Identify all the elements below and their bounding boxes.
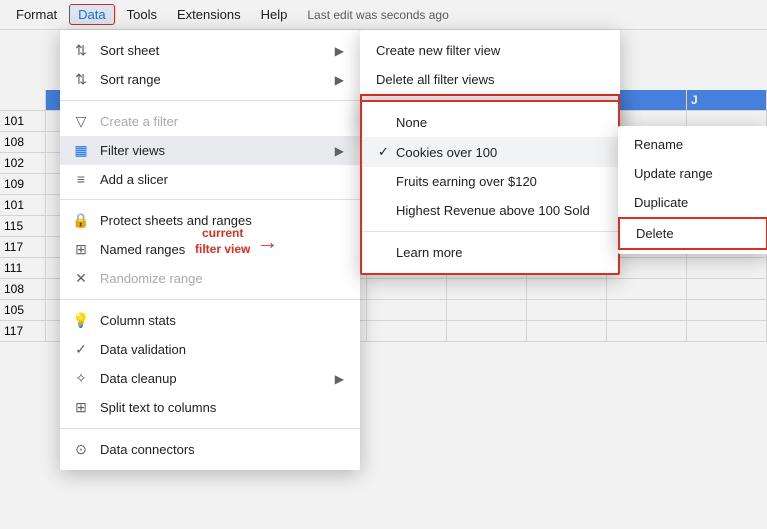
- create-filter-icon: ▽: [72, 113, 90, 130]
- menu-item-randomize: ✕ Randomize range: [60, 264, 360, 293]
- menu-item-col-stats[interactable]: 💡 Column stats: [60, 306, 360, 335]
- menu-item-filter-views[interactable]: ▦ Filter views ▶: [60, 136, 360, 165]
- cookies-checkmark: ✓: [378, 144, 396, 160]
- rename-item-rename[interactable]: Rename: [618, 130, 767, 159]
- split-text-label: Split text to columns: [100, 400, 344, 415]
- add-slicer-icon: ≡: [72, 171, 90, 187]
- randomize-label: Randomize range: [100, 271, 344, 286]
- rename-item-duplicate[interactable]: Duplicate: [618, 188, 767, 217]
- duplicate-label: Duplicate: [634, 195, 688, 210]
- rename-item-delete[interactable]: Delete: [618, 217, 767, 250]
- sort-range-arrow: ▶: [335, 73, 344, 87]
- data-cleanup-arrow: ▶: [335, 372, 344, 386]
- delete-label: Delete: [636, 226, 674, 241]
- menu-item-split-text[interactable]: ⊞ Split text to columns: [60, 393, 360, 422]
- data-validation-label: Data validation: [100, 342, 344, 357]
- menu-item-sort-range[interactable]: ⇅ Sort range ▶: [60, 65, 360, 94]
- sort-range-label: Sort range: [100, 72, 325, 87]
- protect-icon: 🔒: [72, 212, 90, 229]
- data-cleanup-label: Data cleanup: [100, 371, 325, 386]
- add-slicer-label: Add a slicer: [100, 172, 344, 187]
- rename-submenu: Rename Update range Duplicate Delete: [618, 126, 767, 254]
- delete-all-label: Delete all filter views: [376, 72, 604, 87]
- fvo-divider: [362, 231, 618, 232]
- annotation-text: currentfilter view: [195, 226, 250, 257]
- fvo-highest[interactable]: Highest Revenue above 100 Sold: [362, 196, 618, 225]
- fruits-checkmark: [378, 174, 396, 189]
- fvo-learn-more[interactable]: Learn more: [362, 238, 618, 267]
- none-label: None: [396, 115, 602, 130]
- col-stats-icon: 💡: [72, 312, 90, 329]
- menu-item-sort-sheet[interactable]: ⇅ Sort sheet ▶: [60, 36, 360, 65]
- data-connectors-label: Data connectors: [100, 442, 344, 457]
- annotation-arrow: →: [256, 229, 278, 255]
- sort-range-icon: ⇅: [72, 71, 90, 88]
- col-stats-label: Column stats: [100, 313, 344, 328]
- menu-item-data-cleanup[interactable]: ✧ Data cleanup ▶: [60, 364, 360, 393]
- cookies-label: Cookies over 100: [396, 145, 602, 160]
- rename-item-update-range[interactable]: Update range: [618, 159, 767, 188]
- create-new-label: Create new filter view: [376, 43, 604, 58]
- learn-more-label: Learn more: [396, 245, 602, 260]
- menu-item-create-filter: ▽ Create a filter: [60, 107, 360, 136]
- highest-checkmark: [378, 203, 396, 218]
- sort-sheet-label: Sort sheet: [100, 43, 325, 58]
- menu-item-add-slicer[interactable]: ≡ Add a slicer: [60, 165, 360, 193]
- filter-views-arrow: ▶: [335, 144, 344, 158]
- highest-label: Highest Revenue above 100 Sold: [396, 203, 602, 218]
- named-ranges-icon: ⊞: [72, 241, 90, 258]
- data-cleanup-icon: ✧: [72, 370, 90, 387]
- submenu-create-new[interactable]: Create new filter view: [360, 36, 620, 65]
- divider-2: [60, 199, 360, 200]
- randomize-icon: ✕: [72, 270, 90, 287]
- divider-3: [60, 299, 360, 300]
- filter-annotation: currentfilter view →: [195, 226, 278, 257]
- filter-views-label: Filter views: [100, 143, 325, 158]
- rename-label: Rename: [634, 137, 683, 152]
- filter-view-options-submenu: None ✓ Cookies over 100 Fruits earning o…: [360, 100, 620, 275]
- fruits-label: Fruits earning over $120: [396, 174, 602, 189]
- divider-1: [60, 100, 360, 101]
- submenu-delete-all[interactable]: Delete all filter views: [360, 65, 620, 94]
- none-checkmark: [378, 115, 396, 130]
- data-validation-icon: ✓: [72, 341, 90, 358]
- filter-views-icon: ▦: [72, 142, 90, 159]
- menu-item-data-connectors[interactable]: ⊙ Data connectors: [60, 435, 360, 464]
- fvo-none[interactable]: None: [362, 108, 618, 137]
- split-text-icon: ⊞: [72, 399, 90, 416]
- menu-item-data-validation[interactable]: ✓ Data validation: [60, 335, 360, 364]
- divider-4: [60, 428, 360, 429]
- sort-sheet-icon: ⇅: [72, 42, 90, 59]
- learn-more-checkmark: [378, 245, 396, 260]
- data-connectors-icon: ⊙: [72, 441, 90, 458]
- fvo-cookies[interactable]: ✓ Cookies over 100: [362, 137, 618, 167]
- sort-sheet-arrow: ▶: [335, 44, 344, 58]
- fvo-fruits[interactable]: Fruits earning over $120: [362, 167, 618, 196]
- update-range-label: Update range: [634, 166, 713, 181]
- create-filter-label: Create a filter: [100, 114, 344, 129]
